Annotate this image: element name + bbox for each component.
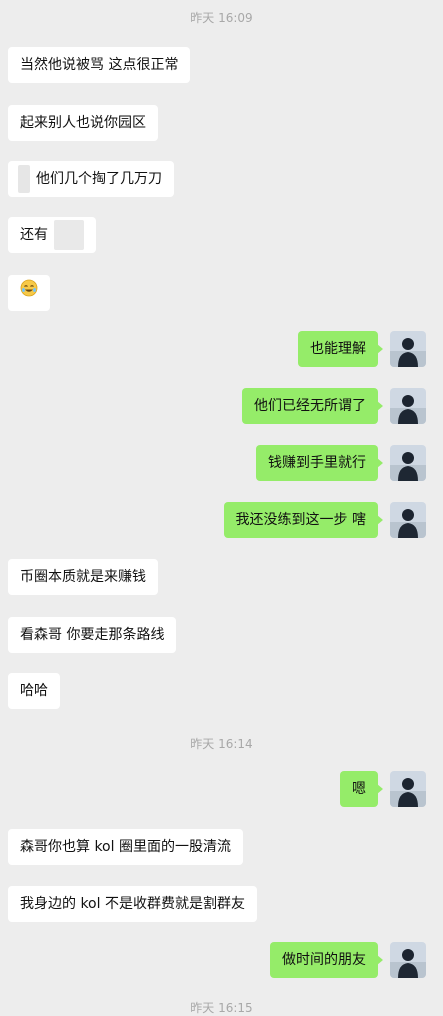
message-text: 他们已经无所谓了: [254, 398, 366, 414]
avatar[interactable]: [390, 445, 426, 481]
message-text: 我还没练到这一步 嗐: [235, 512, 366, 528]
message-bubble-outgoing[interactable]: 也能理解: [298, 331, 383, 367]
avatar[interactable]: [390, 388, 426, 424]
user-avatar-icon: [390, 771, 426, 807]
user-avatar-icon: [390, 445, 426, 481]
chat-history[interactable]: 昨天 16:09 昨天 16:14 昨天 16:15 当然他说被骂 这点很正常 …: [0, 0, 443, 1015]
message-bubble-outgoing[interactable]: 他们已经无所谓了: [242, 388, 383, 424]
message-text: 我身边的 kol 不是收群费就是割群友: [20, 896, 245, 912]
message-text: 币圈本质就是来赚钱: [20, 569, 146, 585]
message-bubble-incoming[interactable]: 当然他说被骂 这点很正常: [8, 47, 191, 83]
timestamp: 昨天 16:15: [190, 1001, 253, 1015]
timestamp: 昨天 16:14: [190, 737, 253, 751]
timestamp: 昨天 16:09: [190, 11, 253, 25]
avatar[interactable]: [390, 502, 426, 538]
message-bubble-outgoing[interactable]: 钱赚到手里就行: [256, 445, 383, 481]
message-bubble-outgoing[interactable]: 做时间的朋友: [270, 942, 383, 978]
message-text: 森哥你也算 kol 圈里面的一股清流: [20, 839, 231, 855]
message-text: 他们几个掏了几万刀: [36, 171, 162, 187]
message-bubble-incoming[interactable]: 起来别人也说你园区: [8, 105, 158, 141]
message-text: 哈哈: [20, 683, 48, 699]
user-avatar-icon: [390, 942, 426, 978]
message-text: 当然他说被骂 这点很正常: [20, 57, 179, 73]
message-bubble-incoming[interactable]: 他们几个掏了几万刀: [8, 161, 174, 197]
redacted-blur: [54, 220, 85, 250]
message-text: 嗯: [352, 781, 366, 797]
message-bubble-incoming[interactable]: 森哥你也算 kol 圈里面的一股清流: [8, 829, 243, 865]
message-bubble-incoming[interactable]: 看森哥 你要走那条路线: [8, 617, 177, 653]
message-text: 也能理解: [310, 341, 366, 357]
laughing-crying-emoji-icon: [20, 275, 38, 311]
message-text: 起来别人也说你园区: [20, 115, 146, 131]
redacted-blur: [18, 165, 30, 193]
avatar[interactable]: [390, 771, 426, 807]
message-bubble-outgoing[interactable]: 嗯: [340, 771, 383, 807]
message-bubble-incoming[interactable]: [8, 275, 50, 311]
message-bubble-incoming[interactable]: 还有: [8, 217, 97, 253]
message-text: 还有: [20, 227, 48, 243]
message-text: 看森哥 你要走那条路线: [20, 627, 165, 643]
message-bubble-incoming[interactable]: 币圈本质就是来赚钱: [8, 559, 158, 595]
message-text: 钱赚到手里就行: [268, 455, 366, 471]
user-avatar-icon: [390, 502, 426, 538]
avatar[interactable]: [390, 331, 426, 367]
message-bubble-incoming[interactable]: 我身边的 kol 不是收群费就是割群友: [8, 886, 257, 922]
message-bubble-outgoing[interactable]: 我还没练到这一步 嗐: [223, 502, 384, 538]
user-avatar-icon: [390, 388, 426, 424]
avatar[interactable]: [390, 942, 426, 978]
message-bubble-incoming[interactable]: 哈哈: [8, 673, 60, 709]
user-avatar-icon: [390, 331, 426, 367]
message-text: 做时间的朋友: [282, 952, 366, 968]
